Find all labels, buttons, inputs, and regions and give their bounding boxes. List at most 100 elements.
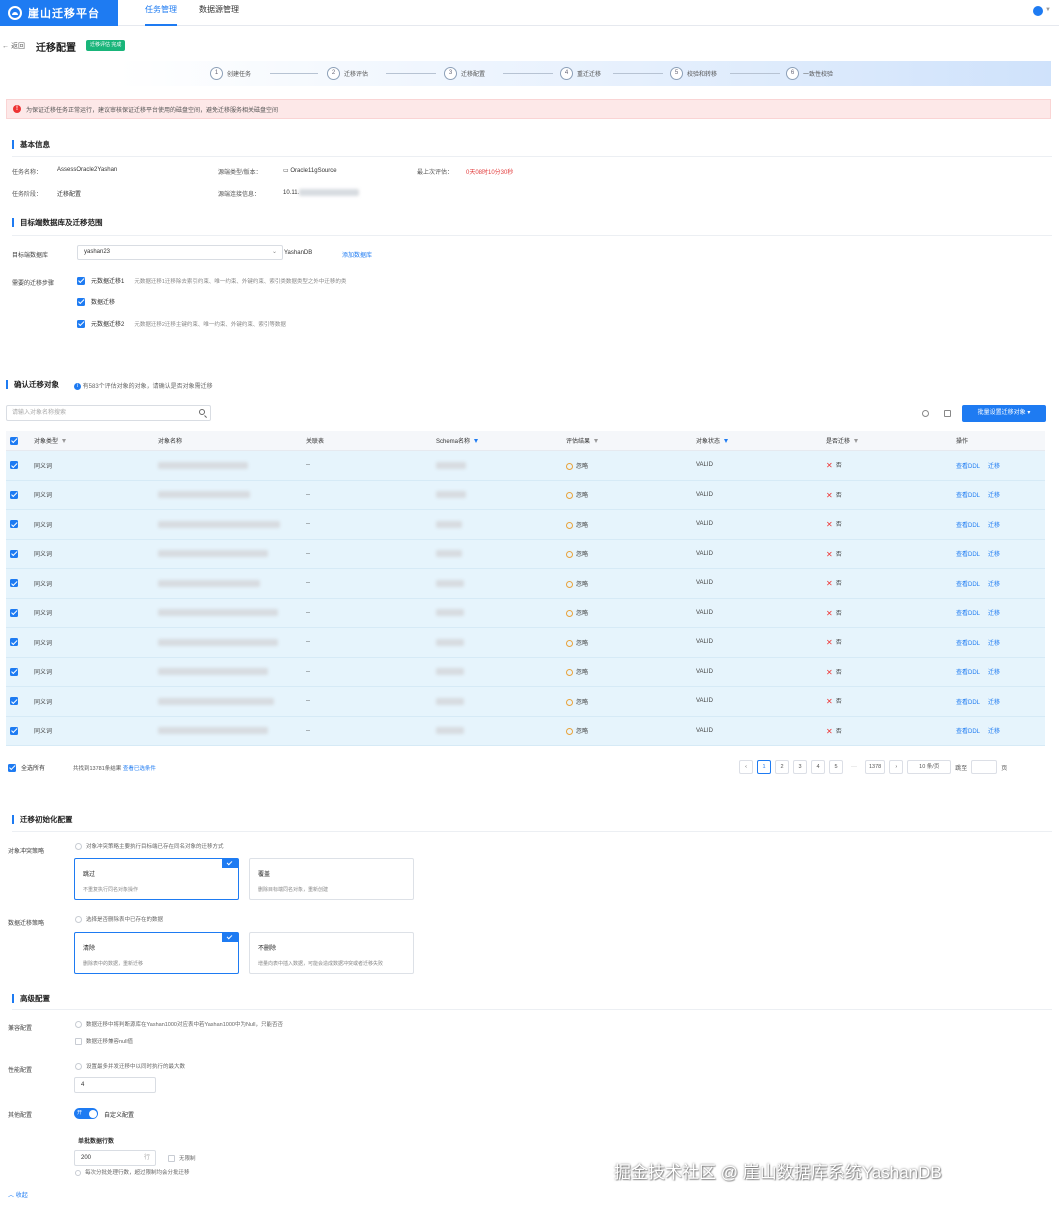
check-data[interactable]: 数据迁移	[77, 297, 115, 306]
perf-option[interactable]: 设置最多并发迁移中以同时执行的最大数	[75, 1062, 185, 1071]
conflict-option[interactable]: 对象冲突策略主要执行目标端已存在同名对象的迁移方式	[75, 842, 224, 851]
custom-config-toggle[interactable]: 开	[74, 1108, 98, 1119]
checkbox-checked[interactable]	[77, 319, 85, 328]
table-row[interactable]: 同义词 -- 忽略 VALID ✕ 否查看DDL 迁移	[6, 451, 1045, 481]
checkbox-checked[interactable]	[10, 667, 18, 676]
select-all[interactable]: 全选所有	[8, 763, 45, 772]
checkbox-checked[interactable]	[10, 490, 18, 499]
view-ddl-link[interactable]: 查看DDL	[956, 523, 980, 529]
search-icon[interactable]	[199, 409, 205, 415]
back-button[interactable]: ← 返回	[2, 41, 25, 51]
radio-button[interactable]	[75, 916, 82, 924]
migrate-link[interactable]: 迁移	[988, 611, 1000, 617]
tab-datasource-management[interactable]: 数据源管理	[199, 0, 239, 26]
filter-icon[interactable]	[62, 439, 67, 444]
radio-button[interactable]	[75, 843, 82, 851]
prev-page-button[interactable]: ‹	[739, 760, 753, 774]
migrate-link[interactable]: 迁移	[988, 552, 1000, 558]
view-ddl-link[interactable]: 查看DDL	[956, 493, 980, 499]
checkbox-checked[interactable]	[10, 436, 18, 445]
checkbox-checked[interactable]	[10, 638, 18, 647]
compat-option[interactable]: 数据迁移中将判断源库在Yashan1000对应表中若Yashan1000中为Nu…	[75, 1020, 283, 1029]
card-no-delete[interactable]: 不删除 增量向表中插入数据，可能会造成数据冲突或者迁移失败	[249, 932, 414, 974]
next-page-button[interactable]: ›	[889, 760, 904, 774]
collapse-button[interactable]: ︿ 收起	[8, 1190, 28, 1199]
checkbox-checked[interactable]	[10, 461, 18, 470]
table-row[interactable]: 同义词 -- 忽略 VALID ✕ 否查看DDL 迁移	[6, 539, 1045, 569]
view-ddl-link[interactable]: 查看DDL	[956, 670, 980, 676]
radio-button[interactable]	[75, 1063, 82, 1071]
card-clear[interactable]: 清除 删除表中的数据，重新迁移	[74, 932, 239, 974]
view-ddl-link[interactable]: 查看DDL	[956, 641, 980, 647]
migrate-link[interactable]: 迁移	[988, 700, 1000, 706]
filter-icon[interactable]	[474, 439, 479, 444]
check-meta1[interactable]: 元数据迁移1 元数据迁移1迁移除去索引约束、唯一约束、外键约束、索引类数据类型之外…	[77, 276, 346, 285]
checkbox-checked[interactable]	[10, 726, 18, 735]
view-ddl-link[interactable]: 查看DDL	[956, 729, 980, 735]
cell-state: VALID	[696, 462, 713, 469]
checkbox-unchecked[interactable]	[75, 1038, 82, 1046]
page-2[interactable]: 2	[775, 760, 789, 774]
checkbox-checked[interactable]	[8, 763, 16, 772]
unlimited-check[interactable]: 无限制	[168, 1154, 196, 1163]
migrate-link[interactable]: 迁移	[988, 582, 1000, 588]
batch-rows-input[interactable]: 200 行	[74, 1150, 156, 1166]
table-row[interactable]: 同义词 -- 忽略 VALID ✕ 否查看DDL 迁移	[6, 569, 1045, 599]
view-ddl-link[interactable]: 查看DDL	[956, 464, 980, 470]
batch-set-button[interactable]: 批量设置迁移对象 ▾	[962, 405, 1046, 422]
view-ddl-link[interactable]: 查看DDL	[956, 700, 980, 706]
goto-input[interactable]	[971, 760, 998, 774]
checkbox-checked[interactable]	[77, 276, 85, 285]
filter-icon[interactable]	[724, 439, 729, 444]
checkbox-checked[interactable]	[77, 297, 85, 306]
app-logo[interactable]: 崖山迁移平台	[0, 0, 118, 26]
checkbox-checked[interactable]	[10, 520, 18, 529]
page-last[interactable]: 1378	[865, 760, 886, 774]
table-row[interactable]: 同义词 -- 忽略 VALID ✕ 否查看DDL 迁移	[6, 510, 1045, 540]
table-row[interactable]: 同义词 -- 忽略 VALID ✕ 否查看DDL 迁移	[6, 598, 1045, 628]
migrate-link[interactable]: 迁移	[988, 523, 1000, 529]
migrate-link[interactable]: 迁移	[988, 493, 1000, 499]
page-size-select[interactable]: 10 条/页	[907, 760, 952, 774]
page-1[interactable]: 1	[757, 760, 771, 774]
checkbox-unchecked[interactable]	[168, 1155, 175, 1163]
data-option[interactable]: 选择是否删除表中已存在的数据	[75, 915, 163, 924]
migrate-link[interactable]: 迁移	[988, 670, 1000, 676]
view-ddl-link[interactable]: 查看DDL	[956, 611, 980, 617]
page-5[interactable]: 5	[829, 760, 843, 774]
avatar[interactable]	[1033, 6, 1043, 16]
copy-icon[interactable]	[944, 410, 951, 417]
filter-icon[interactable]	[594, 439, 599, 444]
migrate-link[interactable]: 迁移	[988, 464, 1000, 470]
migrate-link[interactable]: 迁移	[988, 729, 1000, 735]
radio-button[interactable]	[75, 1021, 82, 1029]
filter-icon[interactable]	[854, 439, 859, 444]
view-ddl-link[interactable]: 查看DDL	[956, 582, 980, 588]
search-input[interactable]: 请输入对象名称搜索	[6, 405, 211, 421]
table-row[interactable]: 同义词 -- 忽略 VALID ✕ 否查看DDL 迁移	[6, 628, 1045, 658]
ellipsis-icon[interactable]: ···	[847, 764, 861, 770]
target-db-select[interactable]: yashan23 ⌄	[77, 245, 283, 260]
check-meta2[interactable]: 元数据迁移2 元数据迁移2迁移主键约束、唯一约束、外键约束、索引等数据	[77, 319, 286, 328]
add-db-link[interactable]: 添加数据库	[342, 250, 372, 259]
checkbox-checked[interactable]	[10, 608, 18, 617]
checkbox-checked[interactable]	[10, 549, 18, 558]
chevron-down-icon[interactable]: ▼	[1045, 7, 1051, 13]
parallel-input[interactable]: 4	[74, 1077, 156, 1093]
table-row[interactable]: 同义词 -- 忽略 VALID ✕ 否查看DDL 迁移	[6, 480, 1045, 510]
table-row[interactable]: 同义词 -- 忽略 VALID ✕ 否查看DDL 迁移	[6, 687, 1045, 717]
page-4[interactable]: 4	[811, 760, 825, 774]
migrate-link[interactable]: 迁移	[988, 641, 1000, 647]
eye-icon[interactable]	[922, 410, 929, 417]
page-3[interactable]: 3	[793, 760, 807, 774]
card-overwrite[interactable]: 覆盖 删除目标端同名对象，重新创建	[249, 858, 414, 900]
view-ddl-link[interactable]: 查看DDL	[956, 552, 980, 558]
card-skip[interactable]: 跳过 不重复执行同名对象操作	[74, 858, 239, 900]
table-row[interactable]: 同义词 -- 忽略 VALID ✕ 否查看DDL 迁移	[6, 657, 1045, 687]
tab-task-management[interactable]: 任务管理	[145, 0, 177, 26]
compat-null-check[interactable]: 数据迁移兼容null值	[75, 1037, 133, 1046]
checkbox-checked[interactable]	[10, 697, 18, 706]
table-row[interactable]: 同义词 -- 忽略 VALID ✕ 否查看DDL 迁移	[6, 716, 1045, 746]
view-selected-link[interactable]: 查看已选条件	[123, 766, 156, 772]
checkbox-checked[interactable]	[10, 579, 18, 588]
